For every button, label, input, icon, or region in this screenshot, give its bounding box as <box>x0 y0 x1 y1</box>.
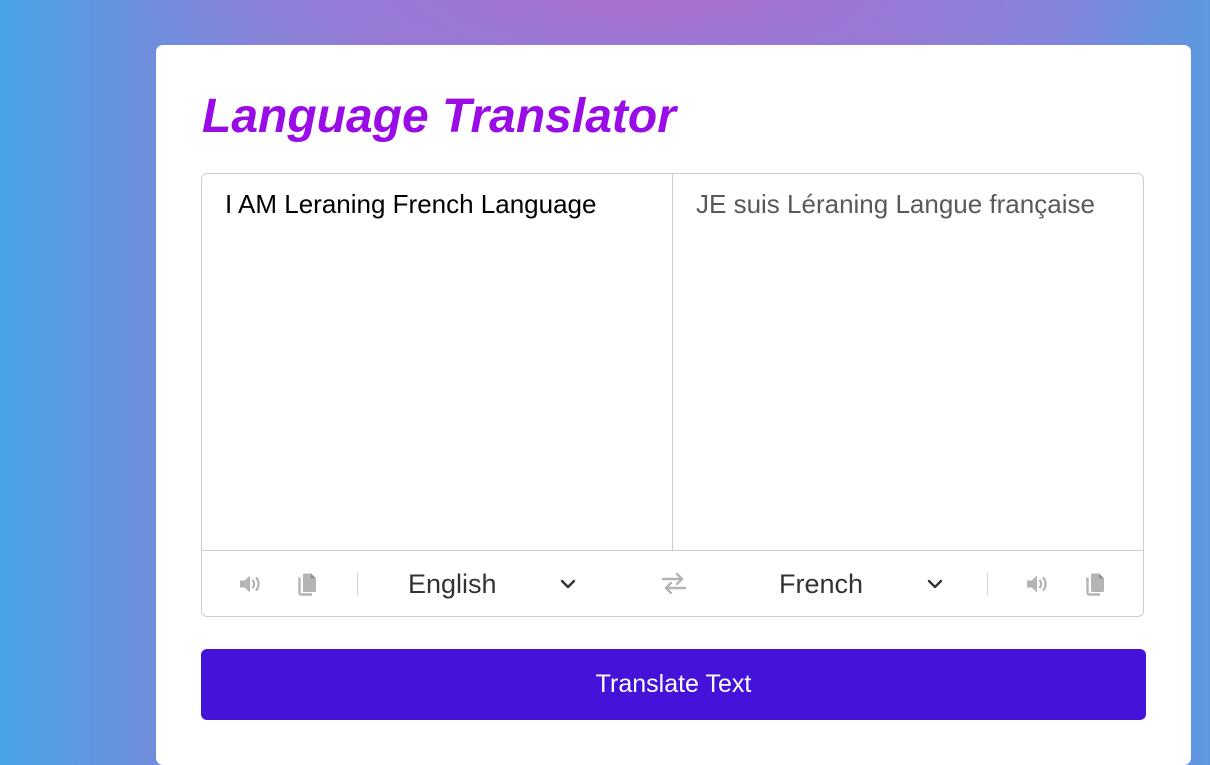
from-volume-icon[interactable] <box>238 573 264 595</box>
from-icons <box>238 572 319 596</box>
from-language-select[interactable]: English <box>408 569 576 600</box>
from-divider <box>357 573 358 595</box>
to-text-output[interactable]: JE suis Léraning Langue française <box>673 174 1143 550</box>
chevron-down-icon <box>560 579 576 589</box>
to-language-select[interactable]: French <box>779 569 943 600</box>
page-title: Language Translator <box>202 90 676 143</box>
exchange-arrows-icon <box>661 572 687 594</box>
chevron-down-icon <box>927 579 943 589</box>
translator-panel: I AM Leraning French Language JE suis Lé… <box>201 173 1144 617</box>
exchange-icon[interactable] <box>661 572 687 594</box>
from-text-input[interactable]: I AM Leraning French Language <box>202 174 673 550</box>
to-language-label: French <box>779 568 864 599</box>
translator-card: Language Translator I AM Leraning French… <box>156 45 1191 765</box>
to-volume-icon[interactable] <box>1025 573 1051 595</box>
to-icons <box>1025 572 1107 596</box>
volume-icon <box>1027 575 1047 593</box>
copy-icon <box>298 573 316 596</box>
volume-icon <box>240 575 260 593</box>
to-controls: French <box>779 551 1107 616</box>
translate-button[interactable]: Translate Text <box>201 649 1146 720</box>
copy-icon <box>1086 573 1104 596</box>
from-controls: English <box>238 551 576 616</box>
to-divider <box>987 573 988 595</box>
text-areas: I AM Leraning French Language JE suis Lé… <box>202 174 1143 551</box>
from-copy-icon[interactable] <box>297 572 319 596</box>
from-language-label: English <box>408 568 497 599</box>
controls-bar: English French <box>202 551 1143 616</box>
to-copy-icon[interactable] <box>1085 572 1107 596</box>
